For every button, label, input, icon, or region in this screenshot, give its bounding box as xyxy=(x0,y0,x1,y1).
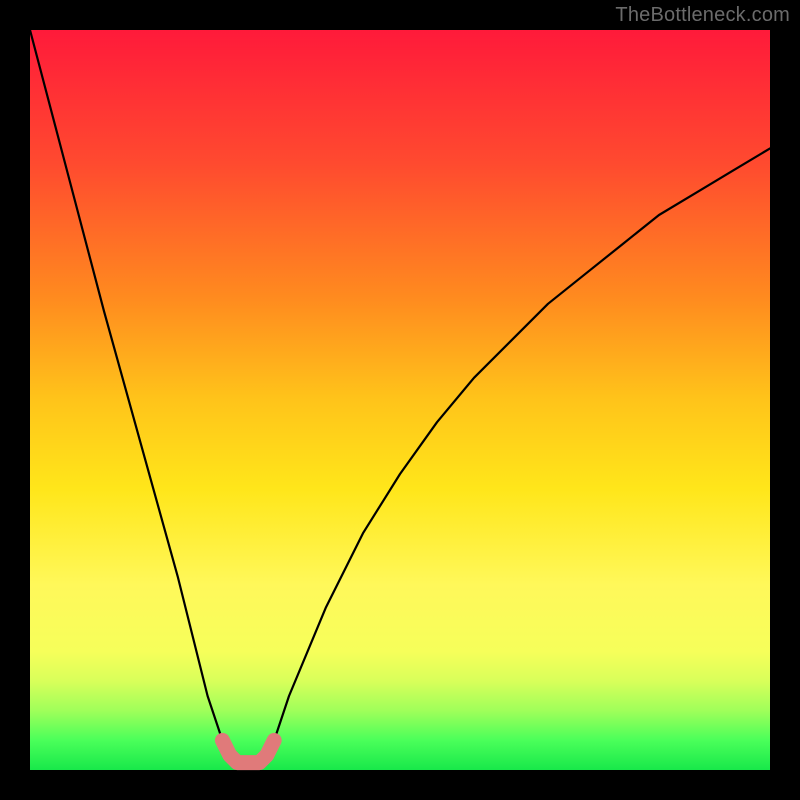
chart-svg xyxy=(30,30,770,770)
chart-frame: TheBottleneck.com xyxy=(0,0,800,800)
chart-plot-area xyxy=(30,30,770,770)
watermark-label: TheBottleneck.com xyxy=(615,4,790,27)
optimal-zone-marker xyxy=(222,740,274,762)
bottleneck-curve xyxy=(30,30,770,763)
